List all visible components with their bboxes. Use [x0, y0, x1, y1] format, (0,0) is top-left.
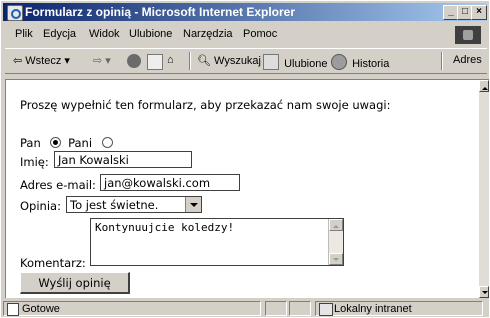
- menu-ulubione[interactable]: Ulubione: [129, 28, 172, 40]
- zone-text: Lokalny intranet: [315, 301, 483, 316]
- home-button[interactable]: ⌂: [167, 54, 174, 66]
- salutation-group: Pan Pani: [20, 136, 113, 150]
- favorites-label: Ulubione: [284, 58, 328, 70]
- radio-pani[interactable]: [101, 137, 113, 148]
- form-intro: Proszę wypełnić ten formularz, aby przek…: [20, 98, 391, 112]
- refresh-icon: [147, 54, 163, 70]
- toolbar-separator: [189, 52, 191, 70]
- favorites-button[interactable]: Ulubione: [263, 54, 327, 70]
- window-title: Formularz z opinią - Microsoft Internet …: [25, 5, 296, 19]
- address-label[interactable]: Adres: [453, 54, 482, 66]
- page-scroll-up-icon[interactable]: [479, 80, 489, 92]
- email-label: Adres e-mail:: [20, 178, 96, 192]
- radio-pan[interactable]: [50, 137, 62, 148]
- status-bar: Gotowe Lokalny intranet: [3, 301, 487, 317]
- chevron-down-icon[interactable]: [185, 197, 201, 212]
- refresh-button[interactable]: [147, 54, 165, 70]
- toolbar-separator: [441, 52, 443, 70]
- back-button[interactable]: ⇦ Wstecz ▾: [13, 54, 70, 67]
- menu-plik[interactable]: Plik: [15, 28, 33, 40]
- status-panel-2: [289, 301, 311, 316]
- search-button[interactable]: 🔍︎ Wyszukaj: [197, 54, 261, 67]
- page-content: Proszę wypełnić ten formularz, aby przek…: [5, 79, 480, 298]
- back-arrow-icon: ⇦: [13, 55, 23, 67]
- name-input[interactable]: Jan Kowalski: [54, 151, 192, 168]
- page-scroll-down-icon[interactable]: [479, 286, 489, 298]
- search-icon: 🔍︎: [197, 55, 211, 67]
- status-panel-1: [265, 301, 287, 316]
- comment-label: Komentarz:: [20, 256, 86, 270]
- history-icon: [331, 54, 347, 70]
- stop-icon: [127, 54, 141, 68]
- ie-icon: [7, 5, 23, 21]
- scroll-down-icon[interactable]: [329, 253, 343, 265]
- opinion-label: Opinia:: [20, 199, 61, 213]
- forward-button[interactable]: ⇨ ▾: [93, 54, 111, 67]
- intranet-icon: [319, 303, 333, 316]
- email-input[interactable]: jan@kowalski.com: [100, 174, 240, 191]
- menu-bar: Plik Edycja Widok Ulubione Narzędzia Pom…: [5, 26, 487, 44]
- submit-button[interactable]: Wyślij opinię: [20, 272, 130, 294]
- menu-widok[interactable]: Widok: [89, 28, 120, 40]
- menu-edycja[interactable]: Edycja: [43, 28, 76, 40]
- salutation-pani-label: Pani: [68, 136, 93, 150]
- page-scrollbar[interactable]: [479, 79, 489, 298]
- stop-button[interactable]: [127, 54, 143, 68]
- page-icon: [7, 303, 19, 316]
- menu-pomoc[interactable]: Pomoc: [243, 28, 277, 40]
- browser-window: Formularz z opinią - Microsoft Internet …: [0, 0, 490, 318]
- back-label: Wstecz: [25, 55, 62, 67]
- opinion-selected-value: To jest świetne.: [70, 198, 159, 212]
- history-label: Historia: [352, 58, 390, 70]
- name-label: Imię:: [20, 155, 49, 169]
- title-bar: Formularz z opinią - Microsoft Internet …: [3, 3, 487, 21]
- menu-narzedzia[interactable]: Narzędzia: [183, 28, 233, 40]
- history-button[interactable]: Historia: [331, 54, 389, 70]
- toolbar: ⇦ Wstecz ▾ ⇨ ▾ ⌂ 🔍︎ Wyszukaj Ulubione Hi…: [5, 48, 487, 74]
- windows-logo-icon: [455, 26, 481, 44]
- home-icon: ⌂: [167, 54, 174, 66]
- comment-textarea[interactable]: Kontynuujcie koledzy!: [90, 218, 344, 266]
- favorites-folder-icon: [263, 54, 279, 70]
- forward-arrow-icon: ⇨ ▾: [93, 55, 111, 67]
- scroll-up-icon[interactable]: [329, 219, 343, 231]
- close-button[interactable]: ×: [471, 5, 487, 20]
- opinion-select[interactable]: To jest świetne.: [66, 196, 202, 213]
- salutation-pan-label: Pan: [20, 136, 41, 150]
- status-text: Gotowe: [3, 301, 261, 316]
- search-label: Wyszukaj: [214, 55, 261, 67]
- comment-text: Kontynuujcie koledzy!: [95, 221, 235, 234]
- comment-scrollbar[interactable]: [328, 219, 343, 265]
- back-dropdown-icon: ▾: [64, 55, 70, 67]
